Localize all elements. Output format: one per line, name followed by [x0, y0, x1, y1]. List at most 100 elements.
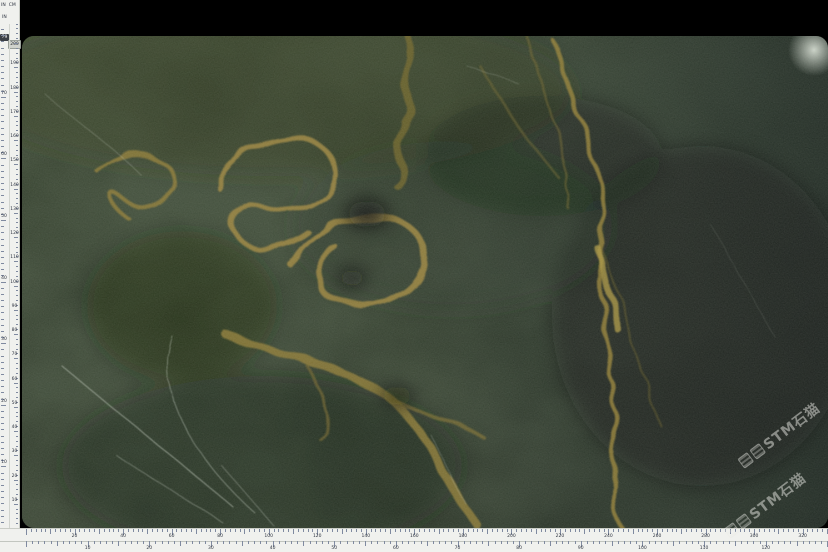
- ruler-tick: [147, 529, 148, 534]
- ruler-tick: [1, 436, 4, 437]
- ruler-tick: [1, 263, 4, 264]
- ruler-tick: [16, 82, 19, 83]
- ruler-tick: [1, 423, 4, 424]
- ruler-tick: [1, 239, 4, 240]
- ruler-tick: [278, 529, 279, 532]
- ruler-tick: [691, 529, 692, 532]
- ruler-tick: [259, 529, 260, 532]
- ruler-tick: [636, 541, 637, 544]
- ruler-tick: [55, 529, 56, 532]
- ruler-tick: [16, 368, 19, 369]
- ruler-tick: [16, 96, 19, 97]
- ruler-tick: [125, 541, 126, 544]
- ruler-tick: [308, 529, 309, 532]
- ruler-tick: [497, 529, 498, 532]
- slab-canvas: [22, 36, 828, 528]
- ruler-tick: [16, 271, 19, 272]
- ruler-tick: [384, 541, 385, 544]
- ruler-label-cm: 120: [310, 534, 324, 539]
- ruler-tick: [686, 541, 687, 544]
- ruler-tick: [1, 349, 4, 350]
- ruler-tick: [16, 509, 19, 510]
- ruler-tick: [1, 257, 4, 258]
- ruler-tick: [1, 306, 4, 307]
- ruler-label-cm: 50: [10, 401, 19, 406]
- ruler-tick: [624, 541, 625, 544]
- ruler-label-cm: 200: [504, 534, 518, 539]
- ruler-label-cm: 240: [601, 534, 615, 539]
- ruler-tick: [16, 319, 19, 320]
- unit-label-in-row: IN: [2, 15, 7, 20]
- ruler-tick: [1, 497, 4, 498]
- ruler-tick: [822, 529, 823, 532]
- ruler-label-cm: 140: [10, 183, 19, 188]
- ruler-tick: [206, 529, 207, 532]
- ruler-tick: [495, 541, 496, 544]
- ruler-tick: [264, 529, 265, 532]
- ruler-tick: [310, 541, 311, 544]
- ruler-tick: [698, 541, 699, 544]
- ruler-tick: [790, 541, 791, 544]
- ruler-label-cm: 80: [10, 328, 19, 333]
- ruler-label-in: 100: [635, 546, 649, 551]
- ruler-tick: [16, 470, 19, 471]
- ruler-tick: [630, 541, 631, 544]
- ruler-tick: [390, 529, 391, 534]
- ruler-tick: [798, 529, 799, 532]
- ruler-label-cm: 130: [10, 207, 19, 212]
- ruler-tick: [1, 121, 4, 122]
- ruler-tick: [81, 541, 82, 544]
- ruler-tick: [288, 529, 289, 532]
- ruler-tick: [16, 295, 19, 296]
- ruler-tick: [16, 276, 19, 277]
- ruler-tick: [476, 541, 477, 544]
- ruler-tick: [14, 43, 19, 44]
- ruler-tick: [16, 339, 19, 340]
- ruler-label-cm: 60: [10, 377, 19, 382]
- ruler-tick: [176, 529, 177, 532]
- ruler-tick: [217, 541, 218, 544]
- ruler-tick: [817, 529, 818, 532]
- ruler-tick: [16, 150, 19, 151]
- ruler-tick: [38, 541, 39, 544]
- ruler-tick: [1, 134, 4, 135]
- ruler-tick: [1, 368, 4, 369]
- ruler-label-in: 70: [0, 91, 8, 96]
- unit-label-in: IN: [1, 3, 6, 8]
- ruler-tick: [424, 529, 425, 532]
- ruler-tick: [1, 510, 4, 511]
- ruler-tick: [633, 529, 634, 534]
- ruler-tick: [618, 541, 619, 544]
- ruler-tick: [1, 66, 4, 67]
- ruler-tick: [760, 541, 761, 544]
- ruler-tick: [297, 541, 298, 544]
- ruler-tick: [604, 529, 605, 532]
- ruler-tick: [1, 392, 4, 393]
- ruler-tick: [701, 529, 702, 532]
- ruler-label-cm: 10: [10, 498, 19, 503]
- ruler-label-cm: 20: [68, 534, 82, 539]
- ruler-tick: [371, 541, 372, 544]
- ruler-tick: [555, 529, 556, 532]
- ruler-tick: [1, 473, 4, 474]
- ruler-label-in: 20: [142, 546, 156, 551]
- ruler-tick: [531, 541, 532, 544]
- ruler-label-in: 110: [697, 546, 711, 551]
- ruler-tick: [14, 504, 19, 505]
- ruler-tick: [1, 319, 4, 320]
- ruler-corner: IN CM IN: [0, 0, 19, 24]
- ruler-tick: [180, 541, 181, 546]
- horizontal-ruler: 2040608010012014016018020022024026028030…: [0, 528, 828, 552]
- ruler-tick: [715, 529, 716, 532]
- ruler-tick: [681, 529, 682, 534]
- ruler-tick: [477, 529, 478, 532]
- ruler-tick: [593, 541, 594, 544]
- ruler-tick: [421, 541, 422, 544]
- ruler-tick: [322, 541, 323, 544]
- ruler-label-in: 60: [389, 546, 403, 551]
- ruler-tick: [236, 541, 237, 544]
- ruler-tick: [283, 529, 284, 532]
- ruler-tick: [1, 202, 4, 203]
- ruler-tick: [16, 446, 19, 447]
- ruler-tick: [14, 286, 19, 287]
